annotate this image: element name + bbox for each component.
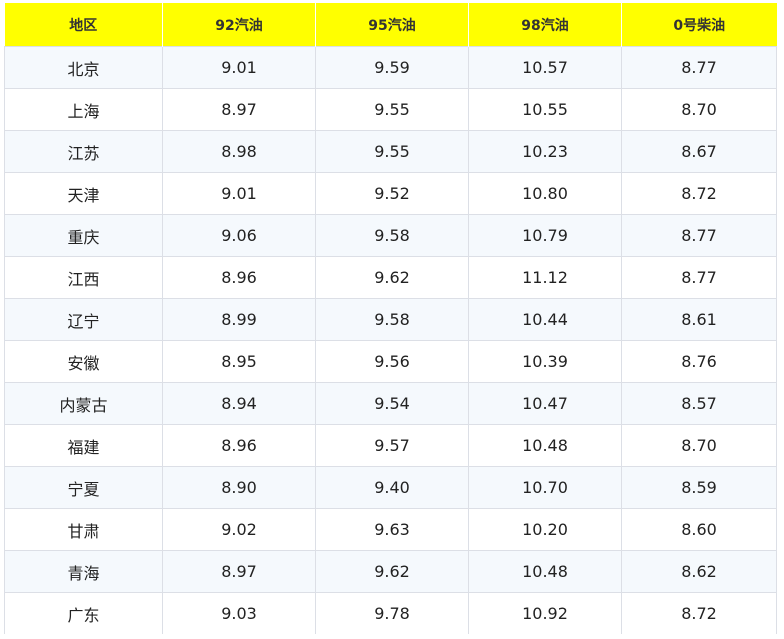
cell-95-price: 9.55 <box>315 88 469 131</box>
cell-diesel-price: 8.72 <box>621 172 777 215</box>
cell-98-price: 10.92 <box>468 592 622 634</box>
cell-98-price: 10.47 <box>468 382 622 425</box>
table-row: 北京 9.01 9.59 10.57 8.77 <box>4 46 777 89</box>
cell-98-price: 10.44 <box>468 298 622 341</box>
cell-92-price: 8.95 <box>162 340 316 383</box>
cell-98-price: 10.79 <box>468 214 622 257</box>
cell-region: 广东 <box>4 592 163 634</box>
cell-region: 辽宁 <box>4 298 163 341</box>
cell-92-price: 8.97 <box>162 550 316 593</box>
header-0-diesel: 0号柴油 <box>621 3 777 47</box>
table-row: 上海 8.97 9.55 10.55 8.70 <box>4 88 777 131</box>
table-row: 宁夏 8.90 9.40 10.70 8.59 <box>4 466 777 509</box>
table-body: 北京 9.01 9.59 10.57 8.77 上海 8.97 9.55 10.… <box>4 46 777 634</box>
cell-diesel-price: 8.62 <box>621 550 777 593</box>
table-row: 江西 8.96 9.62 11.12 8.77 <box>4 256 777 299</box>
cell-98-price: 10.23 <box>468 130 622 173</box>
cell-region: 江西 <box>4 256 163 299</box>
cell-region: 重庆 <box>4 214 163 257</box>
cell-95-price: 9.55 <box>315 130 469 173</box>
cell-region: 宁夏 <box>4 466 163 509</box>
header-98-gasoline: 98汽油 <box>468 3 622 47</box>
table-row: 安徽 8.95 9.56 10.39 8.76 <box>4 340 777 383</box>
table-row: 内蒙古 8.94 9.54 10.47 8.57 <box>4 382 777 425</box>
cell-92-price: 9.01 <box>162 46 316 89</box>
cell-95-price: 9.56 <box>315 340 469 383</box>
cell-92-price: 8.97 <box>162 88 316 131</box>
cell-92-price: 8.90 <box>162 466 316 509</box>
cell-diesel-price: 8.76 <box>621 340 777 383</box>
cell-region: 青海 <box>4 550 163 593</box>
cell-92-price: 8.96 <box>162 424 316 467</box>
header-92-gasoline: 92汽油 <box>162 3 316 47</box>
cell-diesel-price: 8.57 <box>621 382 777 425</box>
cell-95-price: 9.78 <box>315 592 469 634</box>
cell-98-price: 10.80 <box>468 172 622 215</box>
cell-98-price: 11.12 <box>468 256 622 299</box>
cell-region: 甘肃 <box>4 508 163 551</box>
cell-region: 安徽 <box>4 340 163 383</box>
cell-diesel-price: 8.77 <box>621 256 777 299</box>
cell-92-price: 8.96 <box>162 256 316 299</box>
cell-92-price: 9.02 <box>162 508 316 551</box>
cell-98-price: 10.48 <box>468 424 622 467</box>
table-row: 福建 8.96 9.57 10.48 8.70 <box>4 424 777 467</box>
cell-92-price: 8.98 <box>162 130 316 173</box>
cell-95-price: 9.58 <box>315 214 469 257</box>
cell-98-price: 10.48 <box>468 550 622 593</box>
table-row: 重庆 9.06 9.58 10.79 8.77 <box>4 214 777 257</box>
cell-diesel-price: 8.70 <box>621 88 777 131</box>
cell-diesel-price: 8.60 <box>621 508 777 551</box>
cell-diesel-price: 8.61 <box>621 298 777 341</box>
cell-region: 福建 <box>4 424 163 467</box>
cell-diesel-price: 8.59 <box>621 466 777 509</box>
cell-92-price: 9.03 <box>162 592 316 634</box>
cell-98-price: 10.70 <box>468 466 622 509</box>
cell-95-price: 9.57 <box>315 424 469 467</box>
cell-diesel-price: 8.72 <box>621 592 777 634</box>
header-95-gasoline: 95汽油 <box>315 3 469 47</box>
table-row: 辽宁 8.99 9.58 10.44 8.61 <box>4 298 777 341</box>
cell-95-price: 9.54 <box>315 382 469 425</box>
table-row: 青海 8.97 9.62 10.48 8.62 <box>4 550 777 593</box>
header-region: 地区 <box>4 3 163 47</box>
cell-95-price: 9.40 <box>315 466 469 509</box>
table-row: 江苏 8.98 9.55 10.23 8.67 <box>4 130 777 173</box>
cell-98-price: 10.57 <box>468 46 622 89</box>
cell-region: 江苏 <box>4 130 163 173</box>
table-row: 广东 9.03 9.78 10.92 8.72 <box>4 592 777 634</box>
cell-diesel-price: 8.70 <box>621 424 777 467</box>
table-header: 地区 92汽油 95汽油 98汽油 0号柴油 <box>4 3 777 47</box>
table-row: 天津 9.01 9.52 10.80 8.72 <box>4 172 777 215</box>
cell-98-price: 10.55 <box>468 88 622 131</box>
header-row: 地区 92汽油 95汽油 98汽油 0号柴油 <box>4 3 777 47</box>
cell-95-price: 9.62 <box>315 256 469 299</box>
cell-region: 内蒙古 <box>4 382 163 425</box>
cell-diesel-price: 8.77 <box>621 46 777 89</box>
cell-95-price: 9.63 <box>315 508 469 551</box>
cell-98-price: 10.39 <box>468 340 622 383</box>
cell-92-price: 9.01 <box>162 172 316 215</box>
cell-region: 北京 <box>4 46 163 89</box>
cell-region: 天津 <box>4 172 163 215</box>
cell-92-price: 8.94 <box>162 382 316 425</box>
cell-92-price: 9.06 <box>162 214 316 257</box>
cell-region: 上海 <box>4 88 163 131</box>
cell-diesel-price: 8.77 <box>621 214 777 257</box>
fuel-price-table-container: 地区 92汽油 95汽油 98汽油 0号柴油 北京 9.01 9.59 10.5… <box>4 3 777 634</box>
cell-98-price: 10.20 <box>468 508 622 551</box>
cell-diesel-price: 8.67 <box>621 130 777 173</box>
cell-95-price: 9.52 <box>315 172 469 215</box>
fuel-price-table: 地区 92汽油 95汽油 98汽油 0号柴油 北京 9.01 9.59 10.5… <box>4 3 777 634</box>
cell-95-price: 9.62 <box>315 550 469 593</box>
table-row: 甘肃 9.02 9.63 10.20 8.60 <box>4 508 777 551</box>
cell-92-price: 8.99 <box>162 298 316 341</box>
cell-95-price: 9.59 <box>315 46 469 89</box>
cell-95-price: 9.58 <box>315 298 469 341</box>
